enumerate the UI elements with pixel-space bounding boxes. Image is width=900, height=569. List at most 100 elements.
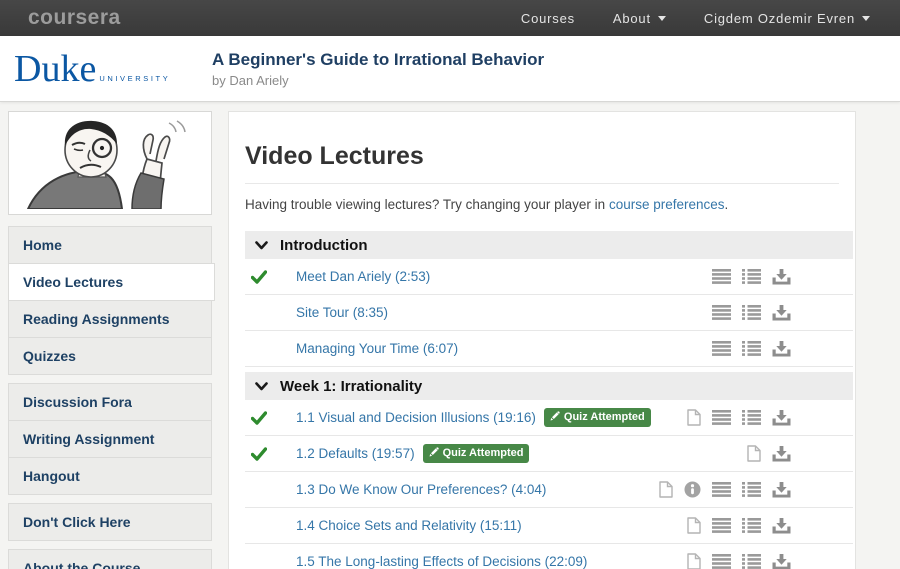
bullet-list-icon[interactable] bbox=[742, 410, 761, 425]
text-lines-icon[interactable] bbox=[712, 305, 731, 320]
text-lines-icon[interactable] bbox=[712, 269, 731, 284]
bullet-list-icon[interactable] bbox=[742, 305, 761, 320]
row-icons bbox=[659, 481, 791, 498]
coursera-logo[interactable]: coursera bbox=[28, 6, 121, 30]
chevron-down-icon bbox=[255, 241, 268, 250]
sidebar-item-reading-assignments[interactable]: Reading Assignments bbox=[8, 300, 212, 338]
sidebar: HomeVideo LecturesReading AssignmentsQui… bbox=[8, 111, 212, 569]
pencil-icon bbox=[550, 411, 560, 424]
sidebar-item-video-lectures[interactable]: Video Lectures bbox=[8, 263, 215, 301]
document-icon[interactable] bbox=[687, 409, 701, 426]
page-body: HomeVideo LecturesReading AssignmentsQui… bbox=[0, 102, 900, 569]
completed-check-icon bbox=[251, 411, 267, 425]
course-author: by Dan Ariely bbox=[212, 73, 544, 88]
course-meta: A Beginner's Guide to Irrational Behavio… bbox=[212, 50, 544, 88]
player-note-period: . bbox=[725, 197, 729, 212]
chevron-down-icon bbox=[255, 382, 268, 391]
lecture-row: Managing Your Time (6:07) bbox=[245, 331, 853, 367]
section-header-week-1-irrationality[interactable]: Week 1: Irrationality bbox=[245, 372, 853, 400]
bullet-list-icon[interactable] bbox=[742, 518, 761, 533]
section-title: Week 1: Irrationality bbox=[280, 378, 422, 395]
download-icon[interactable] bbox=[772, 554, 791, 569]
bullet-list-icon[interactable] bbox=[742, 341, 761, 356]
document-icon[interactable] bbox=[659, 481, 673, 498]
sidebar-item-about-the-course[interactable]: About the Course bbox=[8, 549, 212, 569]
lecture-row: 1.1 Visual and Decision Illusions (19:16… bbox=[245, 400, 853, 436]
lecture-row: 1.5 The Long-lasting Effects of Decision… bbox=[245, 544, 853, 569]
divider bbox=[245, 183, 839, 184]
caret-down-icon bbox=[862, 16, 870, 21]
course-header: Duke UNIVERSITY A Beginner's Guide to Ir… bbox=[0, 36, 900, 102]
text-lines-icon[interactable] bbox=[712, 518, 731, 533]
sidebar-item-discussion-fora[interactable]: Discussion Fora bbox=[8, 383, 212, 421]
nav-about-label: About bbox=[613, 11, 651, 26]
course-title: A Beginner's Guide to Irrational Behavio… bbox=[212, 50, 544, 70]
duke-university-logo[interactable]: Duke UNIVERSITY bbox=[14, 50, 212, 88]
row-icons bbox=[712, 269, 791, 285]
sidebar-item-don-t-click-here[interactable]: Don't Click Here bbox=[8, 503, 212, 541]
lecture-link[interactable]: 1.5 The Long-lasting Effects of Decision… bbox=[296, 554, 587, 569]
nav-about[interactable]: About bbox=[613, 11, 666, 26]
row-icons bbox=[747, 445, 791, 462]
pencil-icon bbox=[429, 447, 439, 460]
row-icons bbox=[712, 305, 791, 321]
player-note-text: Having trouble viewing lectures? Try cha… bbox=[245, 197, 609, 212]
download-icon[interactable] bbox=[772, 410, 791, 426]
lecture-link[interactable]: 1.2 Defaults (19:57) bbox=[296, 446, 415, 461]
download-icon[interactable] bbox=[772, 482, 791, 498]
lecture-section: Week 1: Irrationality 1.1 Visual and Dec… bbox=[245, 372, 853, 569]
download-icon[interactable] bbox=[772, 446, 791, 462]
nav-courses[interactable]: Courses bbox=[521, 11, 575, 26]
document-icon[interactable] bbox=[687, 553, 701, 569]
row-icons bbox=[687, 409, 791, 426]
document-icon[interactable] bbox=[747, 445, 761, 462]
text-lines-icon[interactable] bbox=[712, 341, 731, 356]
course-preferences-link[interactable]: course preferences bbox=[609, 197, 725, 212]
bullet-list-icon[interactable] bbox=[742, 482, 761, 497]
download-icon[interactable] bbox=[772, 305, 791, 321]
lecture-link[interactable]: 1.3 Do We Know Our Preferences? (4:04) bbox=[296, 482, 546, 497]
row-icons bbox=[687, 553, 791, 569]
lecture-row: 1.4 Choice Sets and Relativity (15:11) bbox=[245, 508, 853, 544]
quiz-attempted-label: Quiz Attempted bbox=[443, 447, 524, 459]
nav-user-menu[interactable]: Cigdem Ozdemir Evren bbox=[704, 11, 870, 26]
duke-wordmark: Duke bbox=[14, 50, 96, 88]
info-icon[interactable] bbox=[684, 481, 701, 498]
sidebar-item-writing-assignment[interactable]: Writing Assignment bbox=[8, 420, 212, 458]
text-lines-icon[interactable] bbox=[712, 554, 731, 569]
download-icon[interactable] bbox=[772, 341, 791, 357]
player-note: Having trouble viewing lectures? Try cha… bbox=[245, 197, 839, 212]
download-icon[interactable] bbox=[772, 269, 791, 285]
lecture-link[interactable]: 1.4 Choice Sets and Relativity (15:11) bbox=[296, 518, 522, 533]
sidebar-item-quizzes[interactable]: Quizzes bbox=[8, 337, 212, 375]
section-header-introduction[interactable]: Introduction bbox=[245, 231, 853, 259]
lecture-link[interactable]: 1.1 Visual and Decision Illusions (19:16… bbox=[296, 410, 536, 425]
document-icon[interactable] bbox=[687, 517, 701, 534]
lecture-link[interactable]: Meet Dan Ariely (2:53) bbox=[296, 269, 430, 284]
nav-courses-label: Courses bbox=[521, 11, 575, 26]
lecture-link[interactable]: Managing Your Time (6:07) bbox=[296, 341, 458, 356]
lecture-section: Introduction Meet Dan Ariely (2:53) Site… bbox=[245, 231, 853, 367]
lecture-row: 1.3 Do We Know Our Preferences? (4:04) bbox=[245, 472, 853, 508]
sidebar-item-hangout[interactable]: Hangout bbox=[8, 457, 212, 495]
lecture-link[interactable]: Site Tour (8:35) bbox=[296, 305, 388, 320]
section-title: Introduction bbox=[280, 237, 367, 254]
text-lines-icon[interactable] bbox=[712, 482, 731, 497]
sidebar-group: Discussion ForaWriting AssignmentHangout bbox=[8, 383, 212, 495]
sidebar-item-home[interactable]: Home bbox=[8, 226, 212, 264]
completed-check-icon bbox=[251, 270, 267, 284]
lecture-row: Meet Dan Ariely (2:53) bbox=[245, 259, 853, 295]
user-name-label: Cigdem Ozdemir Evren bbox=[704, 11, 855, 26]
quiz-attempted-label: Quiz Attempted bbox=[564, 411, 645, 423]
quiz-attempted-badge: Quiz Attempted bbox=[544, 408, 651, 427]
completed-check-icon bbox=[251, 447, 267, 461]
bullet-list-icon[interactable] bbox=[742, 269, 761, 284]
text-lines-icon[interactable] bbox=[712, 410, 731, 425]
sidebar-group: HomeVideo LecturesReading AssignmentsQui… bbox=[8, 226, 212, 375]
row-icons bbox=[712, 341, 791, 357]
lecture-row: Site Tour (8:35) bbox=[245, 295, 853, 331]
sidebar-group: Don't Click Here bbox=[8, 503, 212, 541]
download-icon[interactable] bbox=[772, 518, 791, 534]
bullet-list-icon[interactable] bbox=[742, 554, 761, 569]
main-content: Video Lectures Having trouble viewing le… bbox=[228, 111, 856, 569]
